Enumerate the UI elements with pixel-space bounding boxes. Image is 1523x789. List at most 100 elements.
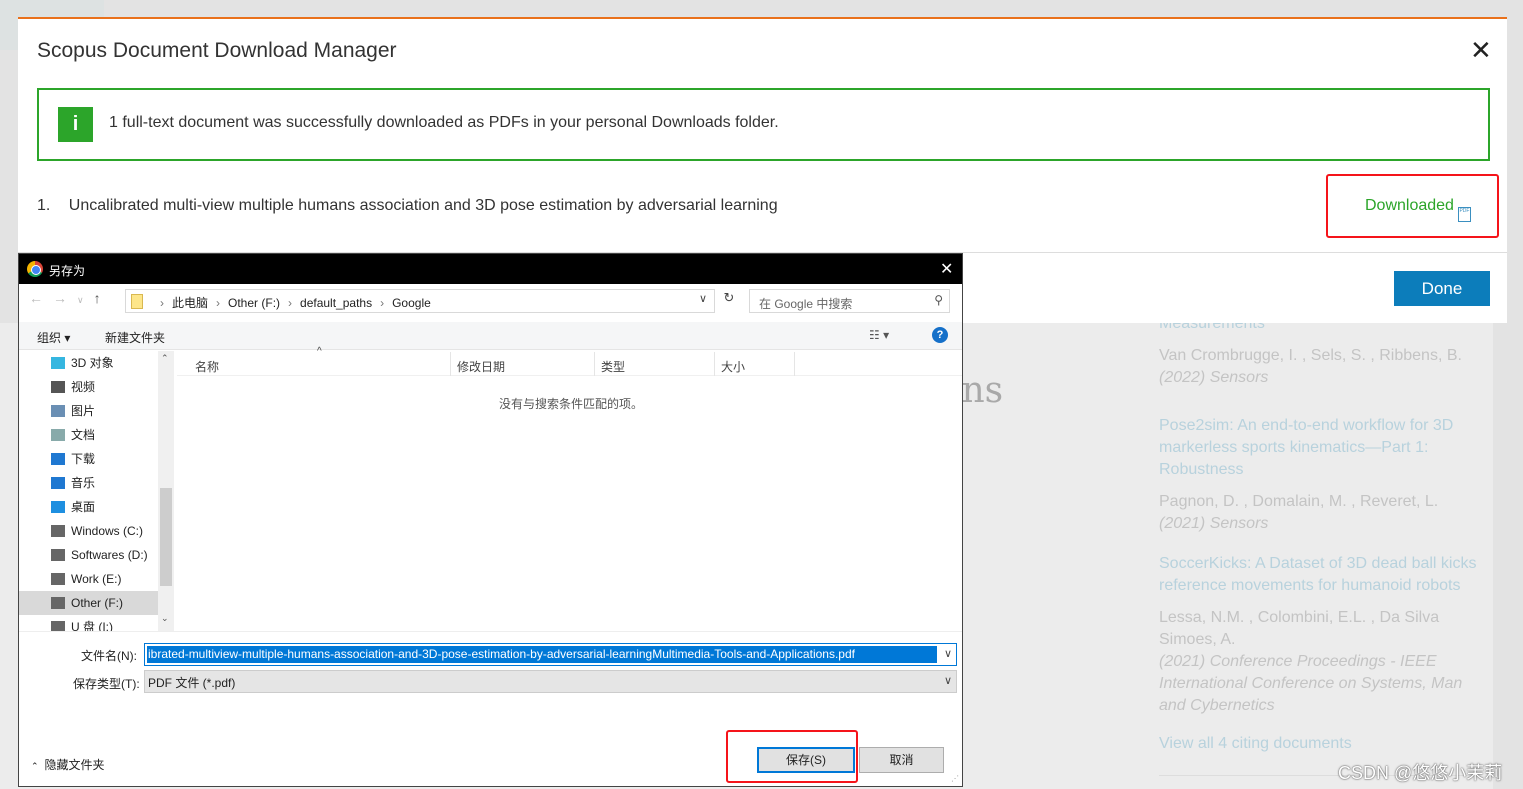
folder-icon [51,357,65,369]
help-icon[interactable]: ? [932,327,948,343]
folder-icon [51,381,65,393]
nav-item-label: Softwares (D:) [71,548,148,562]
view-all-citing-link[interactable]: View all 4 citing documents [1159,733,1477,755]
citation-source: (2022) Sensors [1159,369,1269,386]
modal-title: Scopus Document Download Manager [37,39,397,62]
nav-item-label: 音乐 [71,476,96,490]
breadcrumb-item[interactable]: default_paths [300,296,372,310]
info-icon: i [58,107,93,142]
breadcrumb-item[interactable]: Google [392,296,431,310]
nav-item[interactable]: Softwares (D:) [19,543,174,567]
breadcrumb: › 此电脑 › Other (F:) › default_paths › Google [160,296,431,310]
folder-icon [51,573,65,585]
done-button[interactable]: Done [1394,271,1490,306]
nav-item[interactable]: 文档 [19,423,174,447]
nav-item-label: Windows (C:) [71,524,144,538]
document-index: 1. [37,197,51,214]
recent-dropdown-icon[interactable]: ∨ [77,295,94,305]
nav-item[interactable]: 音乐 [19,471,174,495]
column-name[interactable]: 名称 [195,358,219,375]
folder-icon [131,294,143,309]
chevron-down-icon: ∨ [943,675,952,687]
scroll-up-icon[interactable]: ⌃ [161,353,169,364]
search-icon: ⚲ [934,293,943,307]
cancel-button[interactable]: 取消 [859,747,944,773]
nav-item[interactable]: Windows (C:) [19,519,174,543]
search-input[interactable]: 在 Google 中搜索 ⚲ [749,289,950,313]
nav-item[interactable]: Work (E:) [19,567,174,591]
file-list-header: 名称 ^ 修改日期 类型 大小 [177,346,962,376]
new-folder-button[interactable]: 新建文件夹 [105,329,165,346]
filename-value: ibrated-multiview-multiple-humans-associ… [147,646,937,663]
refresh-icon[interactable]: ↻ [719,290,739,312]
address-bar[interactable]: › 此电脑 › Other (F:) › default_paths › Google [125,289,715,313]
nav-item-label: 图片 [71,404,96,418]
document-row: 1. Uncalibrated multi-view multiple huma… [37,197,778,215]
folder-icon [51,525,65,537]
nav-item-label: 下载 [71,452,96,466]
citation-authors: Pagnon, D. , Domalain, M. , Reveret, L. [1159,493,1439,510]
nav-item-label: 桌面 [71,500,96,514]
annotation-highlight [1326,174,1499,238]
page-background [0,0,1523,17]
folder-icon [51,405,65,417]
nav-item[interactable]: 图片 [19,399,174,423]
file-type-select[interactable]: PDF 文件 (*.pdf) ∨ [144,670,957,693]
close-icon[interactable]: ✕ [940,259,953,279]
breadcrumb-item[interactable]: Other (F:) [228,296,280,310]
dialog-title: 另存为 [49,264,86,278]
organize-button[interactable]: 组织 ▾ [37,329,70,346]
nav-item[interactable]: 桌面 [19,495,174,519]
nav-item-label: 文档 [71,428,96,442]
filename-input[interactable]: ibrated-multiview-multiple-humans-associ… [144,643,957,666]
forward-icon[interactable]: → [53,290,77,306]
dialog-titlebar: 另存为 ✕ [19,254,962,284]
nav-item[interactable]: 视频 [19,375,174,399]
citation-title[interactable]: Pose2sim: An end-to-end workflow for 3D … [1159,415,1477,481]
nav-item[interactable]: 3D 对象 [19,351,174,375]
file-type-value: PDF 文件 (*.pdf) [148,676,236,690]
up-icon[interactable]: ↑ [94,290,111,306]
chrome-icon [27,261,43,277]
citation-title[interactable]: SoccerKicks: A Dataset of 3D dead ball k… [1159,553,1477,597]
folder-icon [51,453,65,465]
chevron-down-icon[interactable]: ∨ [699,292,707,305]
nav-scrollbar[interactable]: ⌃ ⌄ [158,351,174,631]
search-placeholder: 在 Google 中搜索 [759,297,853,311]
navigation-pane: 3D 对象视频图片文档下载音乐桌面 Windows (C:) Softwares (… [19,351,174,631]
nav-item[interactable]: Other (F:) [19,591,174,615]
sort-ascending-icon: ^ [317,346,322,357]
folder-icon [51,597,65,609]
breadcrumb-item[interactable]: 此电脑 [172,296,208,310]
view-options-icon[interactable]: ☷ ▾ [869,328,889,342]
empty-message: 没有与搜索条件匹配的项。 [499,397,644,411]
nav-item-label: 3D 对象 [71,356,114,370]
file-type-label: 保存类型(T): [73,677,140,691]
dialog-toolbar: 组织 ▾ 新建文件夹 ☷ ▾ ? [19,322,962,350]
hide-folders-toggle[interactable]: ⌃ 隐藏文件夹 [31,756,105,773]
back-icon[interactable]: ← [29,290,53,306]
scroll-down-icon[interactable]: ⌄ [161,613,169,624]
nav-item[interactable]: 下载 [19,447,174,471]
nav-item[interactable]: U 盘 (I:) [19,615,174,631]
folder-icon [51,621,65,631]
citation-source: (2021) Conference Proceedings - IEEE Int… [1159,653,1463,714]
alert-message: 1 full-text document was successfully do… [109,114,779,131]
citation-authors: Lessa, N.M. , Colombini, E.L. , Da Silva… [1159,609,1440,648]
chevron-down-icon[interactable]: ∨ [944,647,952,660]
scrollbar-thumb[interactable] [160,488,172,586]
column-size[interactable]: 大小 [721,358,745,375]
hide-folders-label: 隐藏文件夹 [44,758,105,772]
success-alert: i 1 full-text document was successfully … [37,88,1490,161]
annotation-highlight [726,730,858,783]
save-as-dialog: 另存为 ✕ ←→∨↑ › 此电脑 › Other (F:) › default_paths… [18,253,963,787]
column-type[interactable]: 类型 [601,358,625,375]
folder-icon [51,549,65,561]
folder-icon [51,477,65,489]
watermark: CSDN @悠悠小茉莉 [1338,763,1503,783]
folder-icon [51,429,65,441]
resize-grip-icon[interactable]: ⋰ [951,774,959,783]
column-date[interactable]: 修改日期 [457,358,505,375]
citation-authors: Van Crombrugge, I. , Sels, S. , Ribbens,… [1159,347,1462,364]
close-icon[interactable]: ✕ [1470,35,1492,66]
